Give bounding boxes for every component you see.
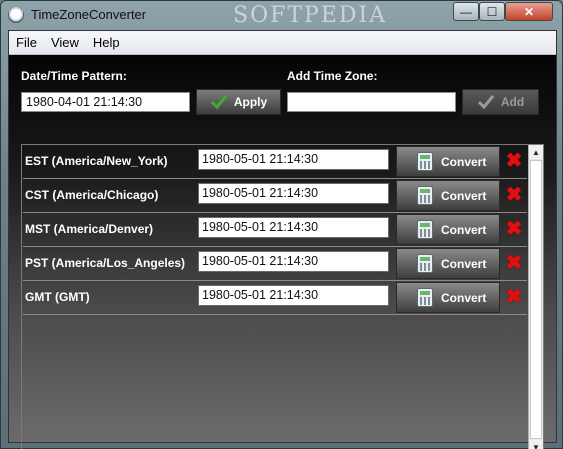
calculator-icon: [417, 254, 433, 273]
add-label: Add: [500, 95, 525, 109]
zone-row: CST (America/Chicago) 1980-05-01 21:14:3…: [23, 179, 527, 213]
remove-zone-button[interactable]: ✖: [505, 184, 523, 206]
app-icon: [8, 7, 24, 23]
remove-zone-button[interactable]: ✖: [505, 218, 523, 240]
menu-view[interactable]: View: [50, 35, 80, 50]
calculator-icon: [417, 186, 433, 205]
pattern-input[interactable]: 1980-04-01 21:14:30: [21, 92, 190, 112]
remove-zone-button[interactable]: ✖: [505, 286, 523, 308]
convert-button[interactable]: Convert: [396, 146, 500, 177]
window-title: TimeZoneConverter: [31, 7, 147, 22]
apply-label: Apply: [233, 95, 268, 109]
scroll-track[interactable]: [530, 160, 542, 439]
zone-label: PST (America/Los_Angeles): [25, 256, 186, 270]
zone-time-field[interactable]: 1980-05-01 21:14:30: [198, 183, 389, 204]
scroll-down-icon[interactable]: ▼: [529, 440, 543, 449]
time-zone-list: EST (America/New_York) 1980-05-01 21:14:…: [21, 144, 544, 449]
convert-label: Convert: [441, 154, 487, 169]
client-area: File View Help Date/Time Pattern: 1980-0…: [8, 30, 557, 449]
convert-button[interactable]: Convert: [396, 282, 500, 313]
zone-row: GMT (GMT) 1980-05-01 21:14:30 Convert ✖: [23, 281, 527, 315]
zone-row: MST (America/Denver) 1980-05-01 21:14:30…: [23, 213, 527, 247]
zone-label: EST (America/New_York): [25, 154, 168, 168]
zone-time-field[interactable]: 1980-05-01 21:14:30: [198, 251, 389, 272]
zone-label: GMT (GMT): [25, 290, 90, 304]
convert-button[interactable]: Convert: [396, 214, 500, 245]
red-x-icon: ✖: [505, 252, 523, 274]
watermark-text: SOFTPEDIA: [233, 3, 388, 28]
vertical-scrollbar[interactable]: ▲ ▼: [528, 145, 543, 449]
close-icon: ✕: [523, 4, 535, 19]
maximize-button[interactable]: ☐: [479, 2, 505, 21]
minimize-icon: —: [460, 4, 472, 19]
convert-label: Convert: [441, 222, 487, 237]
add-zone-input[interactable]: [287, 92, 456, 112]
scroll-up-icon[interactable]: ▲: [529, 145, 543, 159]
zone-label: CST (America/Chicago): [25, 188, 159, 202]
menu-bar: File View Help: [9, 31, 556, 55]
convert-label: Convert: [441, 188, 487, 203]
app-window: TimeZoneConverter SOFTPEDIA — ☐ ✕ File V…: [0, 0, 563, 449]
red-x-icon: ✖: [505, 150, 523, 172]
convert-label: Convert: [441, 290, 487, 305]
remove-zone-button[interactable]: ✖: [505, 252, 523, 274]
zone-row: PST (America/Los_Angeles) 1980-05-01 21:…: [23, 247, 527, 281]
zone-time-field[interactable]: 1980-05-01 21:14:30: [198, 285, 389, 306]
checkmark-icon: [210, 95, 227, 110]
calculator-icon: [417, 220, 433, 239]
pattern-label: Date/Time Pattern:: [21, 69, 127, 83]
title-bar[interactable]: TimeZoneConverter SOFTPEDIA — ☐ ✕: [1, 1, 562, 29]
maximize-icon: ☐: [486, 4, 498, 19]
zone-time-field[interactable]: 1980-05-01 21:14:30: [198, 217, 389, 238]
minimize-button[interactable]: —: [453, 2, 479, 21]
convert-label: Convert: [441, 256, 487, 271]
convert-button[interactable]: Convert: [396, 248, 500, 279]
calculator-icon: [417, 152, 433, 171]
menu-file[interactable]: File: [15, 35, 38, 50]
zone-label: MST (America/Denver): [25, 222, 154, 236]
red-x-icon: ✖: [505, 286, 523, 308]
zone-row: EST (America/New_York) 1980-05-01 21:14:…: [23, 145, 527, 179]
add-button[interactable]: Add: [462, 89, 539, 115]
convert-button[interactable]: Convert: [396, 180, 500, 211]
calculator-icon: [417, 288, 433, 307]
close-button[interactable]: ✕: [505, 2, 553, 21]
red-x-icon: ✖: [505, 218, 523, 240]
remove-zone-button[interactable]: ✖: [505, 150, 523, 172]
add-zone-label: Add Time Zone:: [287, 69, 378, 83]
apply-button[interactable]: Apply: [196, 89, 281, 115]
red-x-icon: ✖: [505, 184, 523, 206]
checkmark-icon: [477, 95, 494, 110]
menu-help[interactable]: Help: [92, 35, 121, 50]
main-panel: Date/Time Pattern: 1980-04-01 21:14:30 A…: [9, 56, 556, 449]
zone-time-field[interactable]: 1980-05-01 21:14:30: [198, 149, 389, 170]
